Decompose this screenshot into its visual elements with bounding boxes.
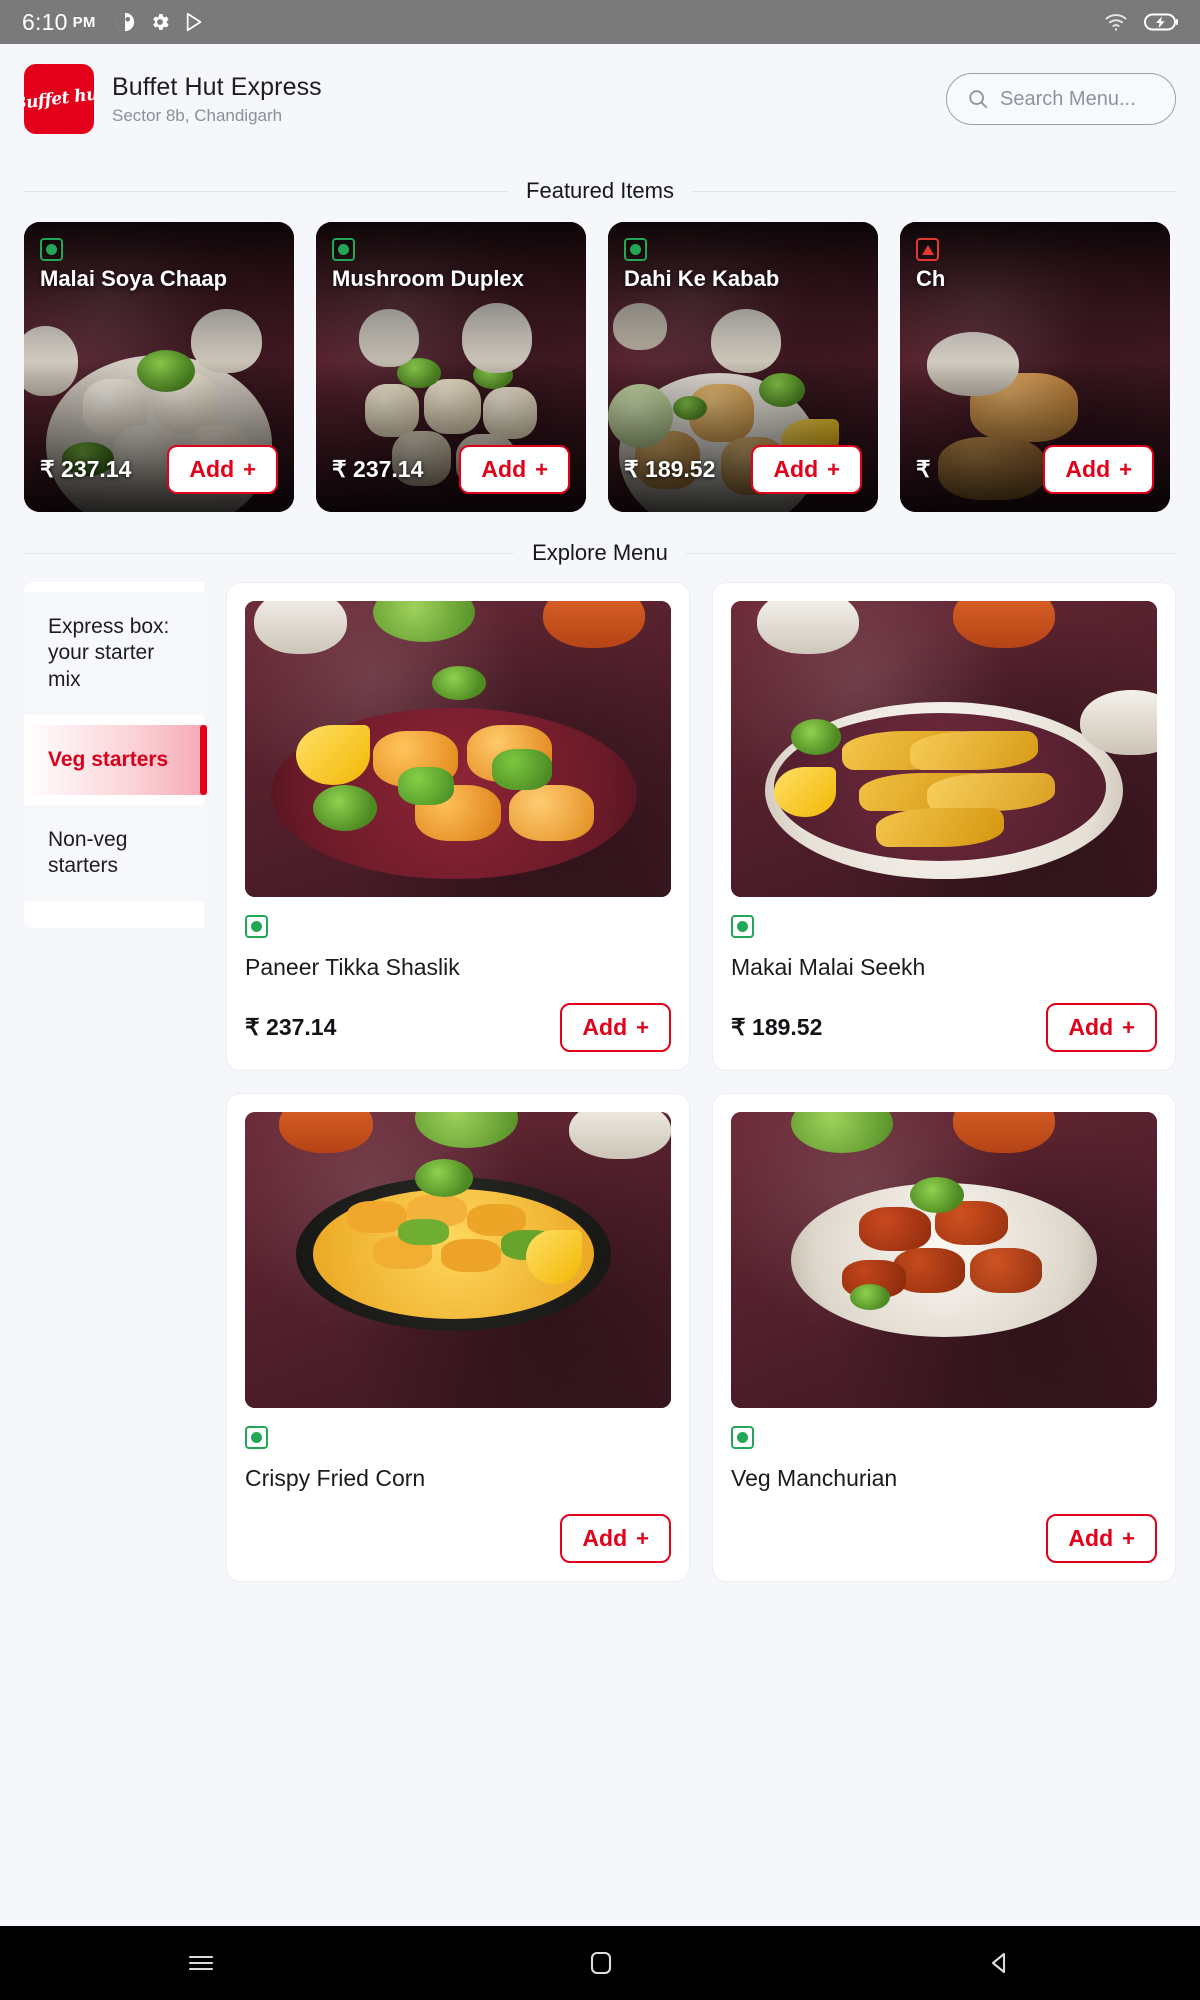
android-navigation-bar (0, 1926, 1200, 2000)
veg-indicator-row (731, 915, 1157, 938)
add-button-label: Add (1065, 456, 1111, 482)
add-button[interactable]: Add + (1046, 1003, 1157, 1052)
plus-icon: + (1122, 1525, 1135, 1551)
plus-icon: + (243, 456, 256, 482)
restaurant-info: Buffet Hut Express Sector 8b, Chandigarh (112, 73, 322, 126)
featured-item-price: ₹ 189.52 (624, 456, 716, 482)
add-button-label: Add (582, 1014, 628, 1040)
restaurant-logo: Buffet hut (24, 64, 94, 134)
veg-indicator-icon (245, 1426, 268, 1449)
veg-indicator-icon (40, 238, 63, 261)
product-card[interactable]: Veg Manchurian Add + (712, 1093, 1176, 1582)
veg-indicator-icon (731, 915, 754, 938)
featured-card[interactable]: Malai Soya Chaap ₹ 237.14 Add + (24, 222, 294, 512)
featured-title: Featured Items (526, 178, 674, 203)
search-input[interactable]: Search Menu... (1000, 88, 1136, 111)
explore-menu: Express box: your starter mix Veg starte… (0, 582, 1200, 1582)
add-button[interactable]: Add + (1043, 445, 1154, 494)
add-button-label: Add (481, 456, 527, 482)
food-photo (245, 1112, 671, 1408)
featured-item-name: Mushroom Duplex (332, 266, 524, 291)
add-button[interactable]: Add + (751, 445, 862, 494)
product-name: Paneer Tikka Shaslik (245, 954, 460, 980)
featured-item-price: ₹ (916, 456, 931, 482)
product-grid: Paneer Tikka Shaslik ₹ 237.14 Add + Maka… (226, 582, 1176, 1582)
plus-icon: + (1122, 1014, 1135, 1040)
category-item-express-box[interactable]: Express box: your starter mix (24, 592, 204, 715)
veg-indicator-icon (624, 238, 647, 261)
divider-left (24, 190, 509, 192)
veg-indicator-icon (731, 1426, 754, 1449)
category-sidebar[interactable]: Express box: your starter mix Veg starte… (24, 582, 207, 928)
add-button[interactable]: Add + (560, 1514, 671, 1563)
veg-indicator-row (245, 915, 671, 938)
featured-item-name: Malai Soya Chaap (40, 266, 228, 291)
product-price: ₹ 237.14 (245, 1014, 337, 1040)
recents-icon[interactable] (186, 1951, 216, 1975)
add-button-label: Add (189, 456, 235, 482)
product-price: ₹ 189.52 (731, 1014, 823, 1040)
logo-wordmark: Buffet hut (24, 83, 94, 115)
search-icon (967, 88, 989, 110)
product-card[interactable]: Crispy Fried Corn Add + (226, 1093, 690, 1582)
restaurant-name: Buffet Hut Express (112, 72, 322, 101)
divider-right (691, 190, 1177, 192)
category-item-non-veg-starters[interactable]: Non-veg starters (24, 805, 204, 902)
featured-item-name: Ch (916, 266, 946, 291)
status-bar: 6:10 PM (0, 0, 1200, 44)
product-name: Makai Malai Seekh (731, 954, 926, 980)
plus-icon: + (827, 456, 840, 482)
featured-card[interactable]: Dahi Ke Kabab ₹ 189.52 Add + (608, 222, 878, 512)
add-button-label: Add (582, 1525, 628, 1551)
app-screen: 6:10 PM Buffet hut Buffet Hut Express Se… (0, 0, 1200, 2000)
battery-charging-icon (1144, 12, 1178, 32)
featured-carousel[interactable]: Malai Soya Chaap ₹ 237.14 Add + Mushroom… (0, 222, 1200, 512)
gear-icon (149, 11, 171, 33)
veg-indicator-row (245, 1426, 671, 1449)
home-icon[interactable] (588, 1949, 614, 1977)
restaurant-location: Sector 8b, Chandigarh (112, 105, 283, 125)
product-card[interactable]: Paneer Tikka Shaslik ₹ 237.14 Add + (226, 582, 690, 1071)
featured-item-price: ₹ 237.14 (40, 456, 132, 482)
food-photo (731, 601, 1157, 897)
featured-item-name: Dahi Ke Kabab (624, 266, 780, 291)
status-ampm: PM (72, 13, 96, 31)
add-button[interactable]: Add + (167, 445, 278, 494)
plus-icon: + (636, 1525, 649, 1551)
product-name: Veg Manchurian (731, 1465, 898, 1491)
featured-item-price: ₹ 237.14 (332, 456, 424, 482)
add-button-label: Add (1068, 1014, 1114, 1040)
category-item-veg-starters[interactable]: Veg starters (24, 724, 207, 796)
featured-section-header: Featured Items (0, 178, 1200, 204)
add-button[interactable]: Add + (560, 1003, 671, 1052)
play-store-icon (184, 11, 206, 33)
nonveg-indicator-icon (916, 238, 939, 261)
divider-left (24, 552, 515, 554)
wifi-icon (1104, 12, 1128, 32)
food-photo (245, 601, 671, 897)
back-icon[interactable] (986, 1949, 1014, 1977)
plus-icon: + (1119, 456, 1132, 482)
app-header: Buffet hut Buffet Hut Express Sector 8b,… (0, 44, 1200, 154)
search-bar[interactable]: Search Menu... (946, 73, 1176, 125)
food-photo (731, 1112, 1157, 1408)
featured-card[interactable]: Ch ₹ Add + (900, 222, 1170, 512)
add-button-label: Add (1068, 1525, 1114, 1551)
product-name: Crispy Fried Corn (245, 1465, 426, 1491)
plus-icon: + (535, 456, 548, 482)
add-button[interactable]: Add + (459, 445, 570, 494)
explore-title: Explore Menu (532, 540, 668, 565)
contrast-icon (114, 11, 136, 33)
product-card[interactable]: Makai Malai Seekh ₹ 189.52 Add + (712, 582, 1176, 1071)
explore-section-header: Explore Menu (0, 540, 1200, 566)
featured-card[interactable]: Mushroom Duplex ₹ 237.14 Add + (316, 222, 586, 512)
veg-indicator-icon (245, 915, 268, 938)
veg-indicator-row (731, 1426, 1157, 1449)
status-time: 6:10 (22, 8, 68, 35)
divider-right (685, 552, 1176, 554)
add-button-label: Add (773, 456, 819, 482)
veg-indicator-icon (332, 238, 355, 261)
add-button[interactable]: Add + (1046, 1514, 1157, 1563)
plus-icon: + (636, 1014, 649, 1040)
